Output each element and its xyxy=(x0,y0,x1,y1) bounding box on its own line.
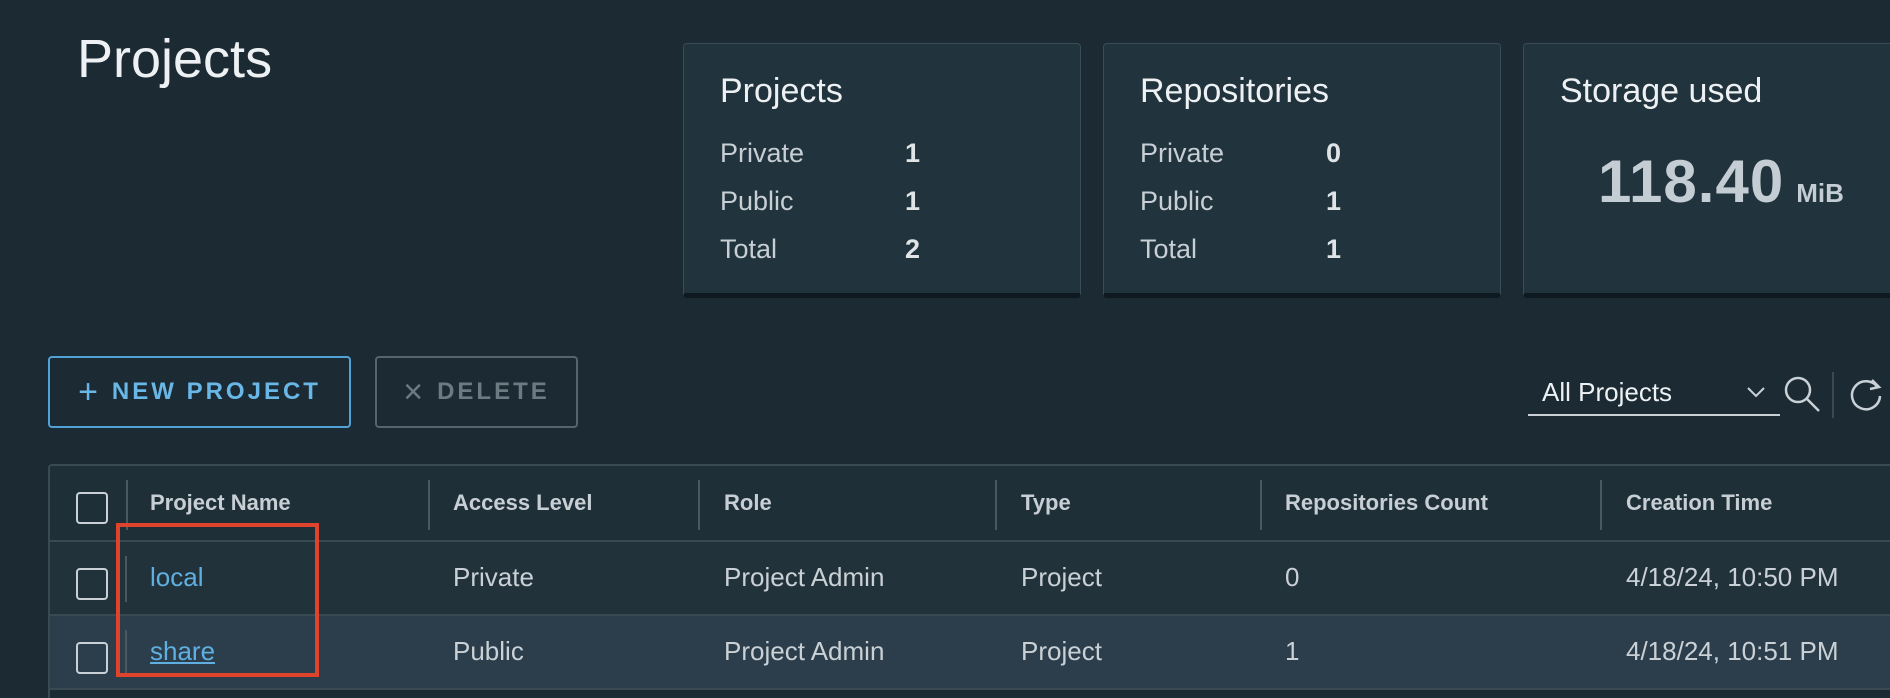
repositories-count-cell: 0 xyxy=(1285,562,1300,592)
column-separator xyxy=(698,480,700,530)
projects-table: Project Name Access Level Role Type Repo… xyxy=(48,464,1890,698)
stat-row-private: Private 0 xyxy=(1140,129,1464,177)
column-header-creation-time[interactable]: Creation Time xyxy=(1626,490,1772,516)
table-row[interactable]: share Public Project Admin Project 1 4/1… xyxy=(50,616,1890,690)
column-separator xyxy=(1600,480,1602,530)
plus-icon: + xyxy=(78,373,98,411)
select-all-checkbox[interactable] xyxy=(76,492,108,524)
stat-value: 1 xyxy=(1326,185,1342,216)
repositories-count-cell: 1 xyxy=(1285,636,1300,666)
stat-value: 2 xyxy=(905,233,921,264)
stat-label: Private xyxy=(1140,137,1225,168)
column-header-type[interactable]: Type xyxy=(1021,490,1071,516)
card-title: Projects xyxy=(720,72,843,110)
stat-row-total: Total 2 xyxy=(720,225,1044,273)
column-header-project-name[interactable]: Project Name xyxy=(150,490,291,516)
stat-label: Public xyxy=(720,185,794,216)
stat-value: 1 xyxy=(905,137,921,168)
column-separator xyxy=(428,480,430,530)
type-cell: Project xyxy=(1021,636,1102,666)
project-filter-select[interactable]: All Projects xyxy=(1528,370,1780,416)
type-cell: Project xyxy=(1021,562,1102,592)
row-checkbox[interactable] xyxy=(76,642,108,674)
stat-label: Total xyxy=(720,233,778,264)
column-separator xyxy=(995,480,997,530)
access-level-cell: Public xyxy=(453,636,524,666)
close-icon: × xyxy=(403,373,424,411)
creation-time-cell: 4/18/24, 10:50 PM xyxy=(1626,562,1839,592)
chevron-down-icon xyxy=(1747,387,1765,398)
table-header: Project Name Access Level Role Type Repo… xyxy=(50,466,1890,542)
stat-label: Private xyxy=(720,137,805,168)
column-header-access-level[interactable]: Access Level xyxy=(453,490,592,516)
refresh-icon[interactable] xyxy=(1846,374,1886,414)
stat-label: Public xyxy=(1140,185,1214,216)
card-title: Storage used xyxy=(1560,72,1763,110)
storage-value: 118.40 MiB xyxy=(1560,147,1890,216)
card-title: Repositories xyxy=(1140,72,1329,110)
column-header-role[interactable]: Role xyxy=(724,490,772,516)
row-marker xyxy=(125,630,127,676)
search-icon[interactable] xyxy=(1782,374,1822,414)
stat-row-private: Private 1 xyxy=(720,129,1044,177)
column-header-repositories-count[interactable]: Repositories Count xyxy=(1285,490,1488,516)
role-cell: Project Admin xyxy=(724,636,885,666)
row-marker xyxy=(125,556,127,602)
column-separator xyxy=(126,480,128,530)
creation-time-cell: 4/18/24, 10:51 PM xyxy=(1626,636,1839,666)
project-name-link[interactable]: local xyxy=(150,562,203,593)
storage-number: 118.40 xyxy=(1598,148,1785,215)
filter-selected-value: All Projects xyxy=(1542,376,1673,407)
project-name-link[interactable]: share xyxy=(150,636,215,667)
stat-value: 1 xyxy=(1326,233,1342,264)
storage-summary-card: Storage used 118.40 MiB xyxy=(1523,43,1890,298)
new-project-label: NEW PROJECT xyxy=(111,378,321,405)
storage-unit: MiB xyxy=(1796,178,1844,208)
stat-row-public: Public 1 xyxy=(720,177,1044,225)
projects-page: Projects Projects Private 1 Public 1 Tot… xyxy=(0,0,1890,698)
stat-label: Total xyxy=(1140,233,1198,264)
column-separator xyxy=(1260,480,1262,530)
toolbar-divider xyxy=(1832,372,1834,418)
row-checkbox[interactable] xyxy=(76,568,108,600)
new-project-button[interactable]: + NEW PROJECT xyxy=(48,356,351,428)
projects-summary-card: Projects Private 1 Public 1 Total 2 xyxy=(683,43,1081,298)
stat-value: 1 xyxy=(905,185,921,216)
role-cell: Project Admin xyxy=(724,562,885,592)
stat-row-public: Public 1 xyxy=(1140,177,1464,225)
delete-label: DELETE xyxy=(437,378,550,405)
delete-button[interactable]: × DELETE xyxy=(375,356,578,428)
access-level-cell: Private xyxy=(453,562,534,592)
page-title: Projects xyxy=(77,29,273,89)
stat-value: 0 xyxy=(1326,137,1342,168)
stat-row-total: Total 1 xyxy=(1140,225,1464,273)
table-row[interactable]: local Private Project Admin Project 0 4/… xyxy=(50,542,1890,616)
repositories-summary-card: Repositories Private 0 Public 1 Total 1 xyxy=(1103,43,1501,298)
